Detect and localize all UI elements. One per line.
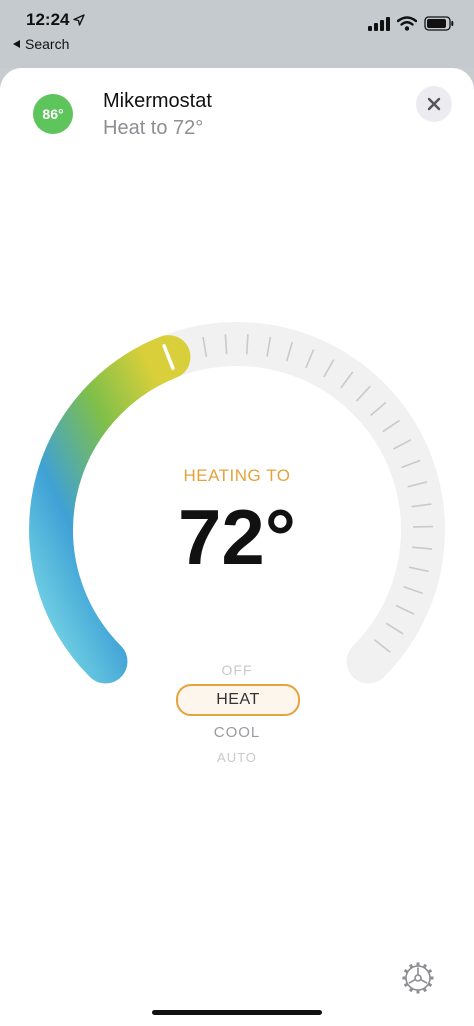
mode-cool[interactable]: COOL xyxy=(0,724,474,741)
battery-icon xyxy=(424,16,454,31)
gear-tooth xyxy=(429,976,434,980)
mode-auto[interactable]: AUTO xyxy=(0,750,474,765)
home-indicator xyxy=(152,1010,322,1015)
back-label: Search xyxy=(25,36,70,52)
back-to-search-link[interactable]: Search xyxy=(12,36,69,52)
status-time-group: 12:24 xyxy=(26,10,86,30)
status-bar: 12:24 Search xyxy=(0,0,474,68)
settings-button[interactable] xyxy=(398,958,438,998)
status-icons xyxy=(368,16,454,31)
status-time: 12:24 xyxy=(26,10,70,29)
gear-tooth xyxy=(416,962,420,967)
heating-to-label: HEATING TO xyxy=(183,466,291,485)
back-triangle-icon xyxy=(13,40,20,48)
thermostat-sheet: 86° Mikermostat Heat to 72° HEATING TO 7… xyxy=(0,68,474,1026)
cellular-signal-icon xyxy=(368,16,390,31)
setpoint-value: 72° xyxy=(178,493,296,581)
gear-tooth xyxy=(402,976,407,980)
gear-tooth xyxy=(416,989,420,994)
dial-tick xyxy=(246,334,249,355)
location-arrow-icon xyxy=(73,14,86,26)
mode-heat[interactable]: HEAT xyxy=(176,684,300,716)
gear-icon xyxy=(402,962,434,994)
mode-off[interactable]: OFF xyxy=(0,662,474,678)
wifi-icon xyxy=(397,16,417,31)
